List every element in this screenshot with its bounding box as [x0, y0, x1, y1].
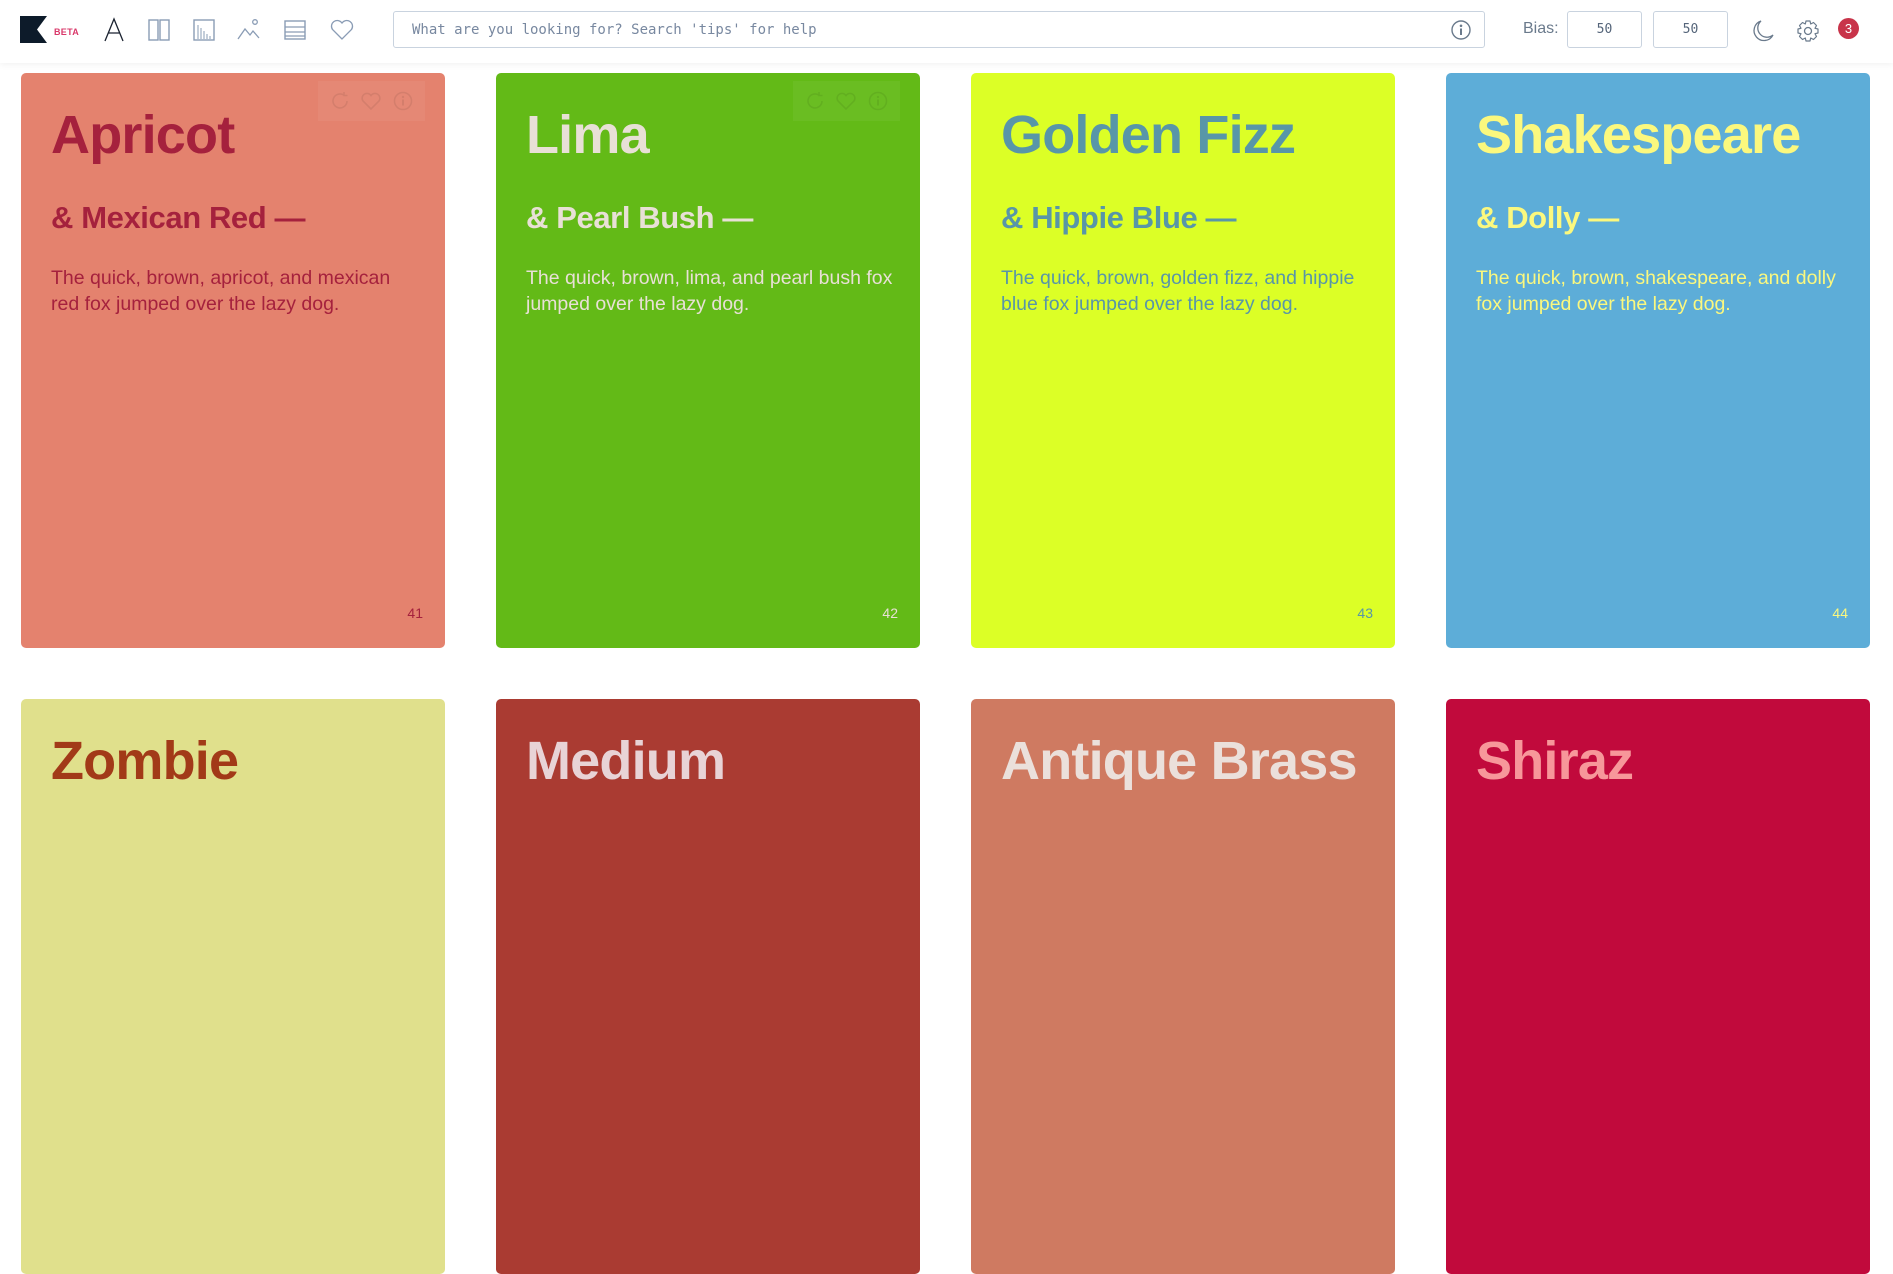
refresh-icon[interactable]: [804, 90, 826, 112]
beta-label: BETA: [54, 27, 80, 37]
palette-card[interactable]: Shiraz: [1446, 699, 1870, 1274]
card-title: Golden Fizz: [1001, 105, 1296, 165]
palette-card[interactable]: Apricot & Mexican Red — The quick, brown, …: [21, 73, 445, 648]
bias-input-1[interactable]: [1567, 11, 1642, 48]
card-subtitle: & Dolly —: [1476, 200, 1619, 235]
search-box: [393, 11, 1485, 48]
card-title: Medium: [526, 731, 726, 791]
card-sample-text: The quick, brown, apricot, and mexican r…: [51, 267, 391, 315]
card-title: Apricot: [51, 105, 235, 165]
card-title: Lima: [526, 105, 650, 165]
palette-card[interactable]: Shakespeare & Dolly — The quick, brown, sh…: [1446, 73, 1870, 648]
card-title: Shiraz: [1476, 731, 1634, 791]
gear-icon[interactable]: [1795, 18, 1821, 44]
card-sample-text: The quick, brown, lima, and pearl bush f…: [526, 267, 893, 315]
info-icon[interactable]: [392, 90, 414, 112]
bias-input-2[interactable]: [1653, 11, 1728, 48]
card-actions: [318, 81, 425, 121]
palette-card[interactable]: Lima & Pearl Bush — The quick, brown, lima…: [496, 73, 920, 648]
card-number: 42: [882, 605, 898, 621]
top-bar: BETA Bias: 3: [0, 0, 1893, 63]
card-title: Zombie: [51, 731, 239, 791]
card-subtitle: & Hippie Blue —: [1001, 200, 1237, 235]
card-subtitle: & Pearl Bush —: [526, 200, 753, 235]
card-sample-text: The quick, brown, shakespeare, and dolly…: [1476, 267, 1836, 315]
notification-badge[interactable]: 3: [1838, 18, 1859, 39]
info-icon[interactable]: [867, 90, 889, 112]
columns-icon[interactable]: [146, 17, 172, 43]
card-actions: [793, 81, 900, 121]
refresh-icon[interactable]: [329, 90, 351, 112]
card-number: 41: [407, 605, 423, 621]
card-title: Antique Brass: [1001, 731, 1357, 791]
chart-icon[interactable]: [191, 17, 217, 43]
logo-icon[interactable]: [20, 16, 47, 43]
type-icon[interactable]: [101, 17, 127, 43]
info-icon[interactable]: [1450, 19, 1472, 41]
list-icon[interactable]: [282, 17, 308, 43]
bias-label: Bias:: [1523, 20, 1559, 37]
palette-card[interactable]: Golden Fizz & Hippie Blue — The quick, bro…: [971, 73, 1395, 648]
search-input[interactable]: [394, 12, 1434, 47]
heart-icon[interactable]: [360, 90, 382, 112]
card-subtitle: & Mexican Red —: [51, 200, 306, 235]
heart-icon[interactable]: [835, 90, 857, 112]
card-title: Shakespeare: [1476, 105, 1801, 165]
palette-card[interactable]: Zombie: [21, 699, 445, 1274]
card-sample-text: The quick, brown, golden fizz, and hippi…: [1001, 267, 1355, 315]
heart-icon[interactable]: [329, 17, 355, 43]
palette-card[interactable]: Medium: [496, 699, 920, 1274]
card-number: 44: [1832, 605, 1848, 621]
palette-card[interactable]: Antique Brass: [971, 699, 1395, 1274]
card-number: 43: [1357, 605, 1373, 621]
image-icon[interactable]: [236, 17, 262, 43]
moon-icon[interactable]: [1750, 18, 1776, 44]
